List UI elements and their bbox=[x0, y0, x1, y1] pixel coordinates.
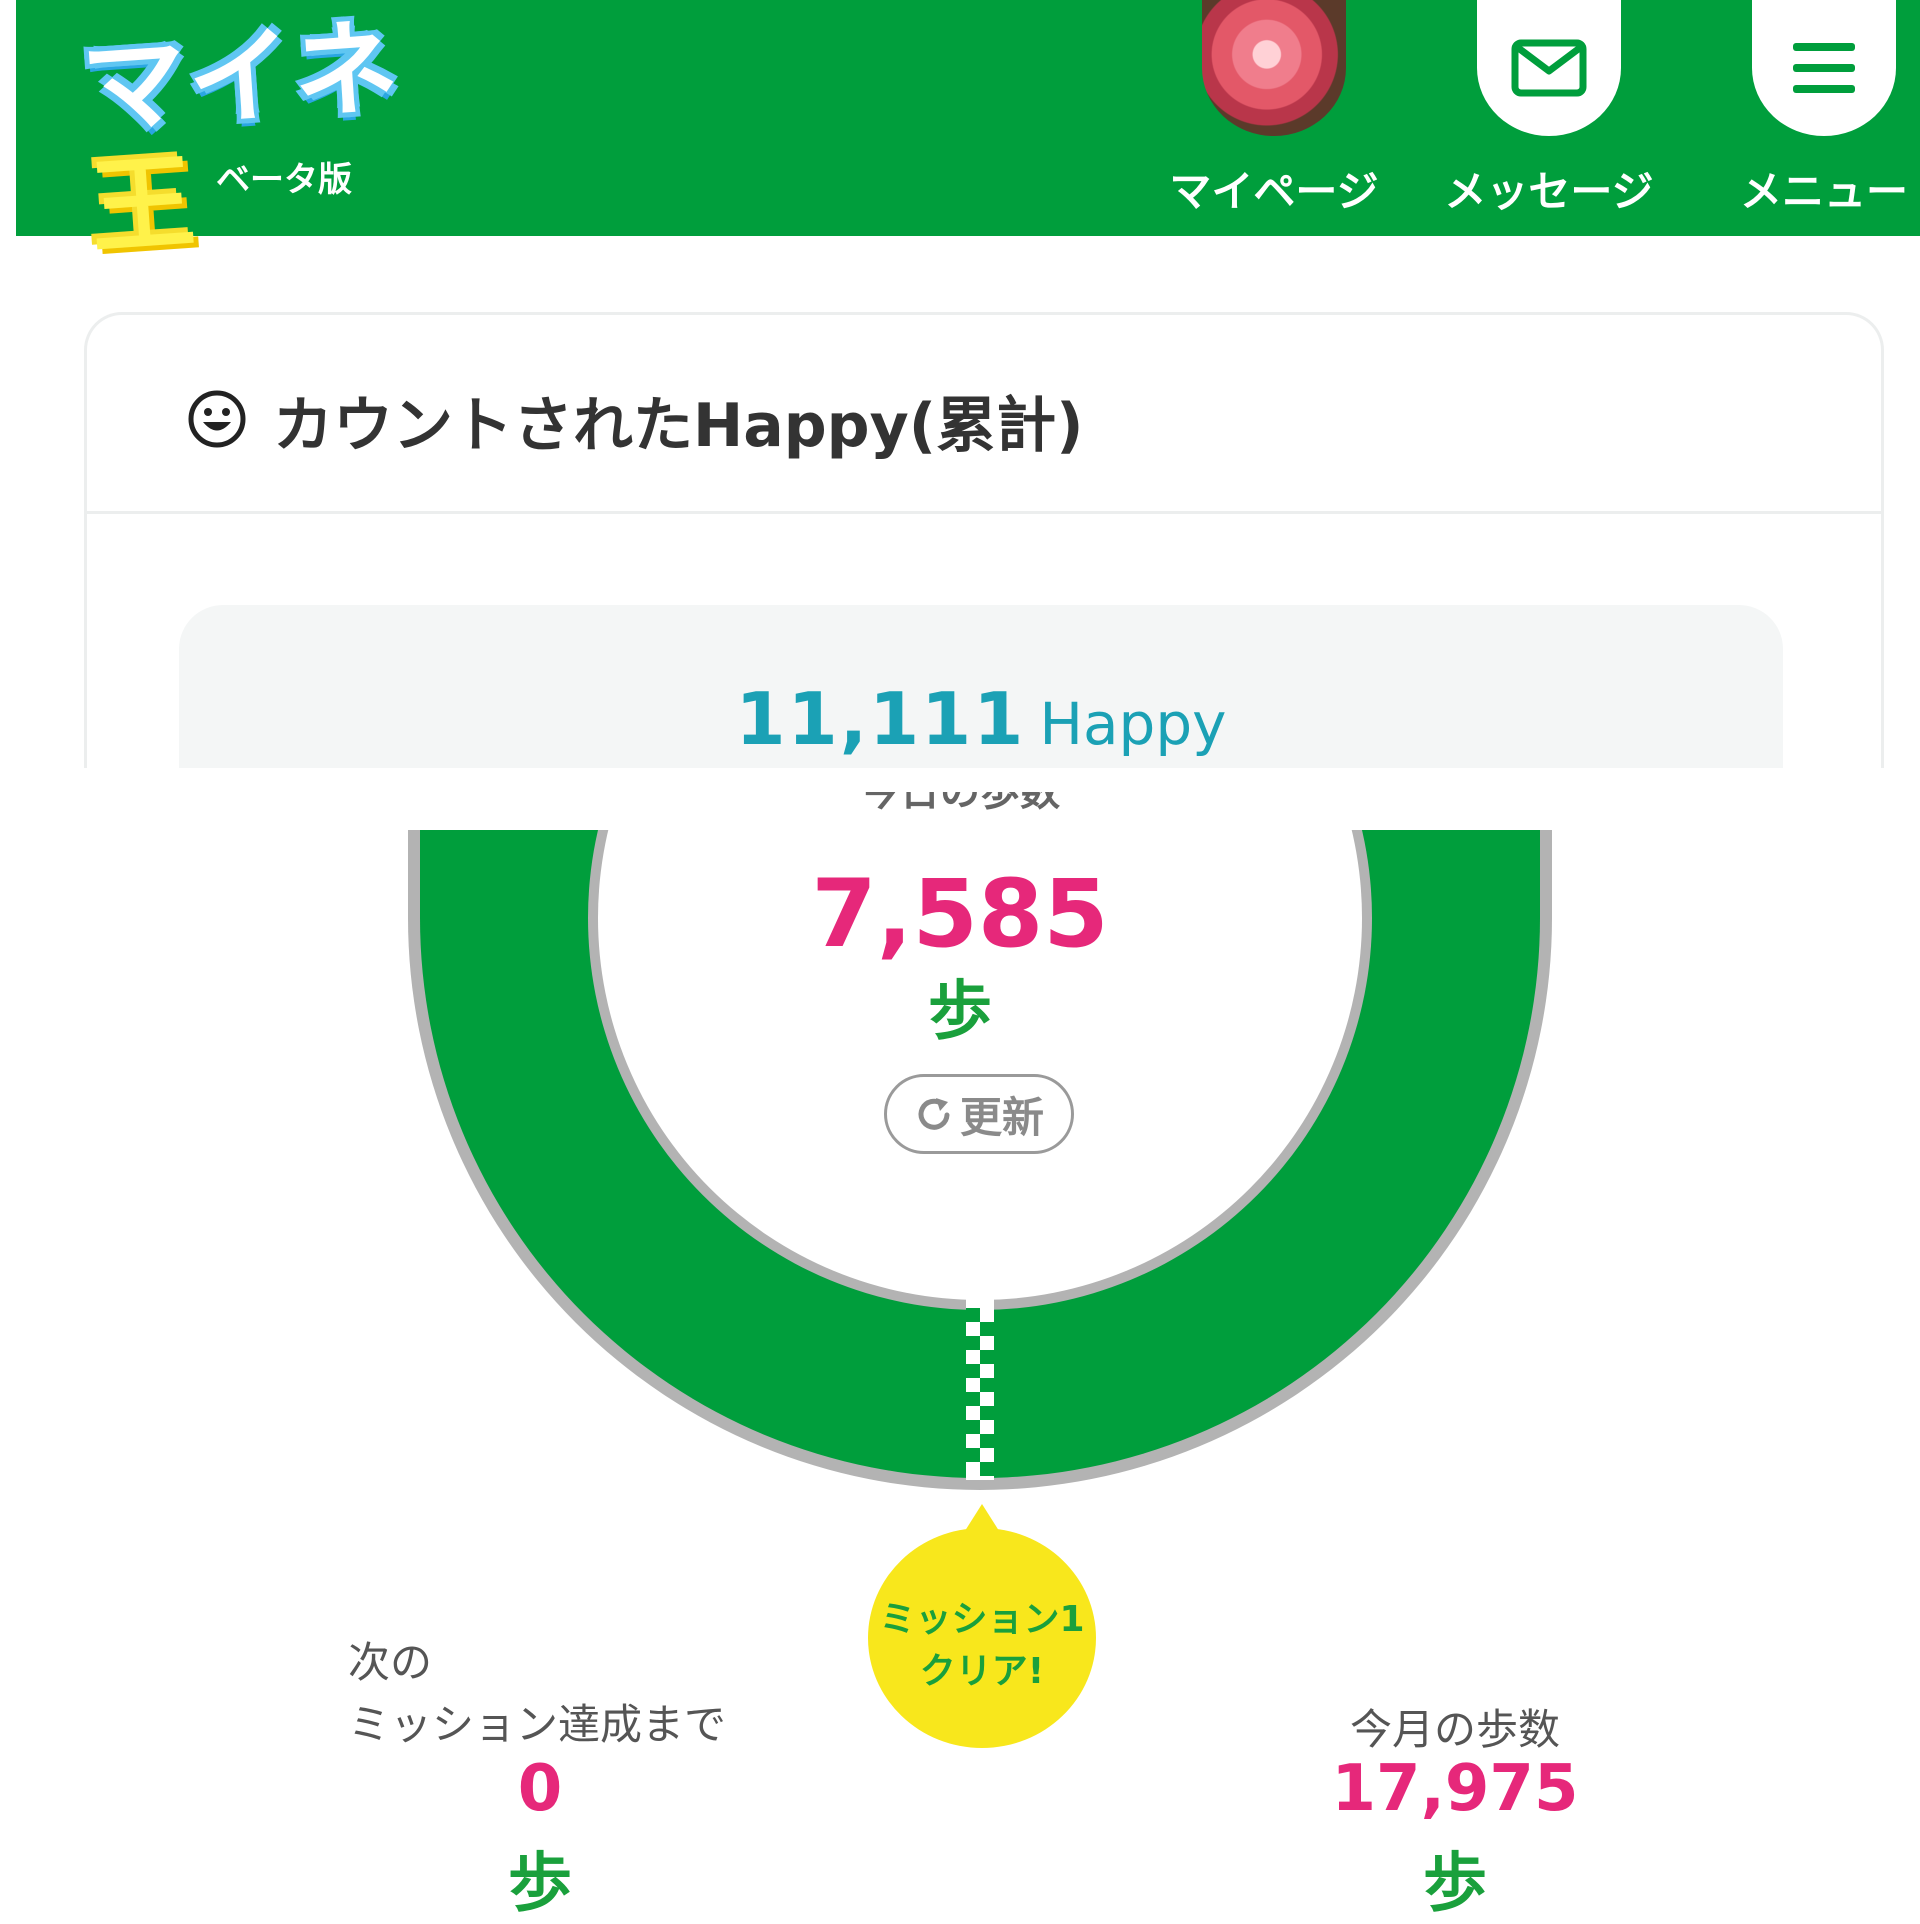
month-steps-unit: 歩 bbox=[1423, 1847, 1487, 1921]
hamburger-icon[interactable] bbox=[1752, 0, 1896, 136]
mission-badge-line1: ミッション1 bbox=[879, 1599, 1085, 1640]
nav-menu-label: メニュー bbox=[1739, 167, 1908, 216]
happy-total: 11,111 Happy bbox=[179, 677, 1783, 761]
happy-card: カウントされたHappy(累計) 11,111 Happy bbox=[84, 312, 1884, 815]
today-steps-value: 7,585 bbox=[811, 860, 1109, 969]
app-header: マイネ王 ベータ版 マイページ メッセージ メニュー bbox=[16, 0, 1920, 270]
card-header: カウントされたHappy(累計) bbox=[87, 315, 1881, 514]
today-steps-unit: 歩 bbox=[928, 975, 992, 1049]
refresh-button[interactable]: 更新 bbox=[884, 1074, 1074, 1154]
mission-badge: ミッション1 クリア! bbox=[868, 1528, 1096, 1748]
next-mission-remaining-value: 0 bbox=[517, 1752, 563, 1826]
smile-icon bbox=[188, 390, 246, 448]
refresh-label: 更新 bbox=[959, 1092, 1044, 1142]
mission-badge-line2: クリア! bbox=[919, 1651, 1045, 1692]
happy-total-unit: Happy bbox=[1039, 690, 1227, 758]
refresh-icon bbox=[918, 1098, 950, 1130]
next-mission-remaining-unit: 歩 bbox=[508, 1847, 572, 1921]
nav-mypage-label: マイページ bbox=[1169, 167, 1379, 216]
nav-menu[interactable]: メニュー bbox=[1714, 0, 1920, 236]
next-mission-label: 次の ミッション達成まで bbox=[348, 1632, 726, 1756]
month-steps-value: 17,975 bbox=[1331, 1752, 1579, 1826]
mission-badge-text: ミッション1 クリア! bbox=[868, 1594, 1096, 1698]
envelope-icon[interactable] bbox=[1477, 0, 1621, 136]
nav-message[interactable]: メッセージ bbox=[1439, 0, 1659, 236]
next-mission-label-line2: ミッション達成まで bbox=[348, 1700, 727, 1749]
logo-beta-label: ベータ版 bbox=[216, 160, 352, 200]
logo-wordmark: マイネ王 bbox=[78, 5, 404, 270]
today-steps-label: 今日の歩数 bbox=[860, 792, 1060, 815]
happy-total-value: 11,111 bbox=[735, 677, 1026, 761]
avatar[interactable] bbox=[1202, 0, 1346, 136]
nav-message-label: メッセージ bbox=[1444, 167, 1654, 216]
app-logo[interactable]: マイネ王 ベータ版 bbox=[78, 6, 506, 270]
card-title: カウントされたHappy(累計) bbox=[273, 391, 1084, 461]
month-steps-label: 今月の歩数 bbox=[1349, 1705, 1560, 1754]
next-mission-label-line1: 次の bbox=[348, 1638, 433, 1687]
nav-mypage[interactable]: マイページ bbox=[1164, 0, 1384, 236]
